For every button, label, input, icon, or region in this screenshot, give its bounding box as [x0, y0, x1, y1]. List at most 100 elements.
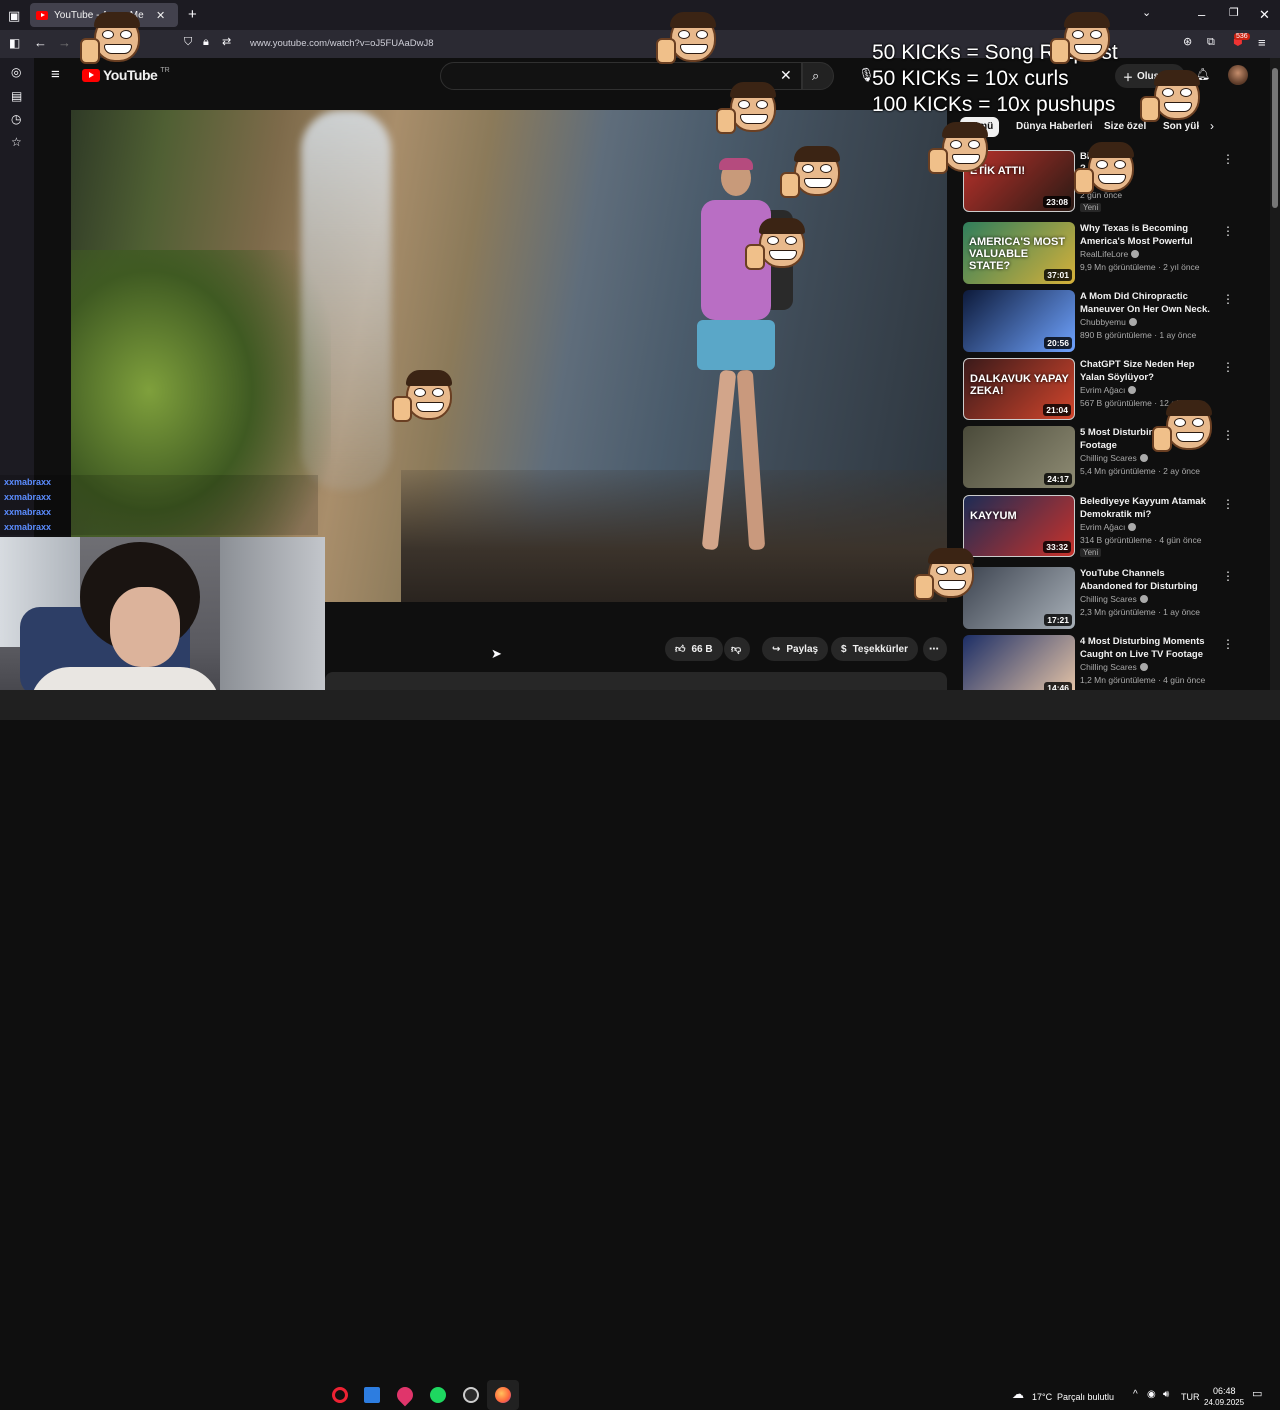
share-button[interactable]: ↪ Paylaş — [762, 637, 829, 661]
video-meta: 890 B görüntüleme · 1 ay önce — [1080, 330, 1197, 340]
file-explorer-icon[interactable] — [364, 1387, 380, 1403]
recommendation-item[interactable]: KAYYUM 33:32 Belediyeye Kayyum Atamak Demo… — [963, 495, 1263, 557]
tab-close-icon[interactable]: ✕ — [156, 9, 165, 22]
obs-icon[interactable] — [463, 1387, 479, 1403]
page-scrollbar[interactable] — [1270, 58, 1280, 690]
weather-temperature: 17°C — [1032, 1392, 1053, 1402]
channel-name[interactable]: Chubbyemu — [1080, 317, 1137, 327]
search-button[interactable]: ⌕ — [802, 62, 834, 90]
tab-list-chevron-icon[interactable]: ⌄ — [1142, 8, 1151, 19]
video-duration: 20:56 — [1044, 337, 1072, 349]
recommendation-item[interactable]: DALKAVUK YAPAY ZEKA! 21:04 ChatGPT Size Ne… — [963, 358, 1263, 420]
ai-chat-icon[interactable]: ◎ — [11, 66, 21, 78]
meme-face-emote-icon — [745, 218, 811, 276]
chat-line: xxmabraxx — [0, 520, 318, 535]
video-thumbnail[interactable]: 24:17 — [963, 426, 1075, 488]
lock-icon[interactable]: 🔒︎ — [203, 37, 209, 48]
meme-face-emote-icon — [656, 12, 722, 70]
clock-time[interactable]: 06:48 — [1213, 1386, 1236, 1396]
clock-date[interactable]: 24.09.2025 — [1204, 1398, 1244, 1407]
video-meta: 2,3 Mn görüntüleme · 1 ay önce — [1080, 607, 1201, 617]
shield-icon[interactable]: ⛉ — [184, 37, 192, 48]
pocket-icon[interactable]: ⊛ — [1183, 37, 1192, 48]
more-options-icon[interactable]: ⋮ — [1222, 360, 1234, 374]
chips-next-icon[interactable]: › — [1210, 120, 1214, 132]
more-options-icon[interactable]: ⋮ — [1222, 428, 1234, 442]
thanks-button[interactable]: $ Teşekkürler — [831, 637, 918, 661]
more-options-icon[interactable]: ⋮ — [1222, 569, 1234, 583]
minimize-icon[interactable]: – — [1198, 8, 1205, 21]
verified-icon — [1131, 250, 1140, 258]
hamburger-menu-icon[interactable]: ≡ — [51, 67, 60, 82]
windows-taskbar: ☁︎ 17°C Parçalı bulutlu ^ ◉ 🔊︎ TUR 06:48… — [0, 690, 1280, 1410]
new-tab-icon[interactable]: + — [188, 7, 197, 22]
avatar[interactable] — [1228, 65, 1248, 85]
permissions-icon[interactable]: ⇄ — [222, 37, 231, 48]
history-icon[interactable]: ◷ — [11, 113, 21, 125]
back-icon[interactable]: ← — [34, 36, 47, 49]
spotify-icon[interactable] — [430, 1387, 446, 1403]
youtube-logo-icon — [82, 68, 100, 82]
chip-world-news[interactable]: Dünya Haberleri — [1010, 117, 1099, 137]
bookmarks-icon[interactable]: ☆ — [11, 136, 22, 148]
sidebar-toggle-icon[interactable]: ◧ — [9, 37, 20, 49]
video-title[interactable]: ChatGPT Size Neden Hep Yalan Söylüyor? — [1080, 358, 1215, 384]
verified-icon — [1139, 595, 1148, 603]
channel-name[interactable]: Evrim Ağacı — [1080, 522, 1137, 532]
input-language[interactable]: TUR — [1181, 1392, 1200, 1402]
recommendation-item[interactable]: 17:21 YouTube Channels Abandoned for Dist… — [963, 567, 1263, 629]
opera-icon[interactable] — [332, 1387, 348, 1403]
description-box[interactable] — [325, 672, 947, 690]
url-field[interactable]: www.youtube.com/watch?v=oJ5FUAaDwJ8 — [250, 38, 433, 49]
video-title[interactable]: Why Texas is Becoming America's Most Pow… — [1080, 222, 1215, 248]
extensions-icon[interactable]: ⧉ — [1207, 37, 1215, 48]
tray-record-icon[interactable]: ◉ — [1147, 1390, 1156, 1400]
video-title[interactable]: YouTube Channels Abandoned for Disturbin… — [1080, 567, 1215, 593]
close-window-icon[interactable]: ✕ — [1259, 8, 1270, 21]
dislike-button[interactable]: 👎︎ — [724, 637, 750, 661]
verified-icon — [1139, 454, 1148, 462]
tray-chevron-icon[interactable]: ^ — [1133, 1390, 1138, 1400]
video-title[interactable]: A Mom Did Chiropractic Maneuver On Her O… — [1080, 290, 1215, 316]
forward-icon[interactable]: → — [58, 36, 71, 49]
pin-app-icon[interactable] — [393, 1383, 417, 1407]
recommendation-item[interactable]: AMERICA'S MOST VALUABLE STATE? 37:01 Why T… — [963, 222, 1263, 284]
verified-icon — [1128, 318, 1137, 326]
meme-face-emote-icon — [1050, 12, 1116, 70]
video-thumbnail[interactable]: AMERICA'S MOST VALUABLE STATE? 37:01 — [963, 222, 1075, 284]
more-options-icon[interactable]: ⋮ — [1222, 152, 1234, 166]
channel-name[interactable]: Chilling Scares — [1080, 453, 1148, 463]
sync-tabs-icon[interactable]: ▤ — [11, 90, 22, 102]
menu-icon[interactable]: ≡ — [1258, 36, 1266, 49]
channel-name[interactable]: Chilling Scares — [1080, 662, 1148, 672]
video-thumbnail[interactable]: DALKAVUK YAPAY ZEKA! 21:04 — [963, 358, 1075, 420]
weather-text: Parçalı bulutlu — [1057, 1392, 1115, 1402]
new-badge: Yeni — [1080, 548, 1102, 557]
more-options-icon[interactable]: ⋮ — [1222, 224, 1234, 238]
more-options-icon[interactable]: ⋮ — [1222, 637, 1234, 651]
recommendation-item[interactable]: 14:46 4 Most Disturbing Moments Caught on… — [963, 635, 1263, 697]
video-title[interactable]: Belediyeye Kayyum Atamak Demokratik mi? — [1080, 495, 1215, 521]
restore-icon[interactable]: ❐ — [1229, 8, 1239, 19]
like-button[interactable]: 👍︎ 66 B — [665, 637, 723, 661]
video-thumbnail[interactable]: 20:56 — [963, 290, 1075, 352]
meme-face-emote-icon — [914, 548, 980, 606]
chat-line: xxmabraxx — [0, 490, 318, 505]
channel-name[interactable]: Chilling Scares — [1080, 594, 1148, 604]
youtube-favicon-icon — [36, 10, 48, 20]
channel-name[interactable]: RealLifeLore — [1080, 249, 1140, 259]
more-options-icon[interactable]: ⋮ — [1222, 497, 1234, 511]
recommendation-item[interactable]: 24:17 5 Most Disturbing Found Footage Chil… — [963, 426, 1263, 488]
channel-name[interactable]: Evrim Ağacı — [1080, 385, 1137, 395]
weather-icon[interactable]: ☁︎ — [1012, 1388, 1024, 1400]
video-thumbnail[interactable]: 14:46 — [963, 635, 1075, 697]
recommendation-item[interactable]: 20:56 A Mom Did Chiropractic Maneuver On … — [963, 290, 1263, 352]
tab-overview-icon[interactable]: ▣ — [8, 9, 20, 22]
verified-icon — [1139, 663, 1148, 671]
video-title[interactable]: 4 Most Disturbing Moments Caught on Live… — [1080, 635, 1215, 661]
volume-icon[interactable]: 🔊︎ — [1163, 1390, 1169, 1400]
more-actions-button[interactable]: ⋯ — [923, 637, 947, 661]
notifications-center-icon[interactable]: ▭ — [1252, 1389, 1262, 1400]
more-options-icon[interactable]: ⋮ — [1222, 292, 1234, 306]
clear-search-icon[interactable]: ✕ — [780, 68, 792, 82]
